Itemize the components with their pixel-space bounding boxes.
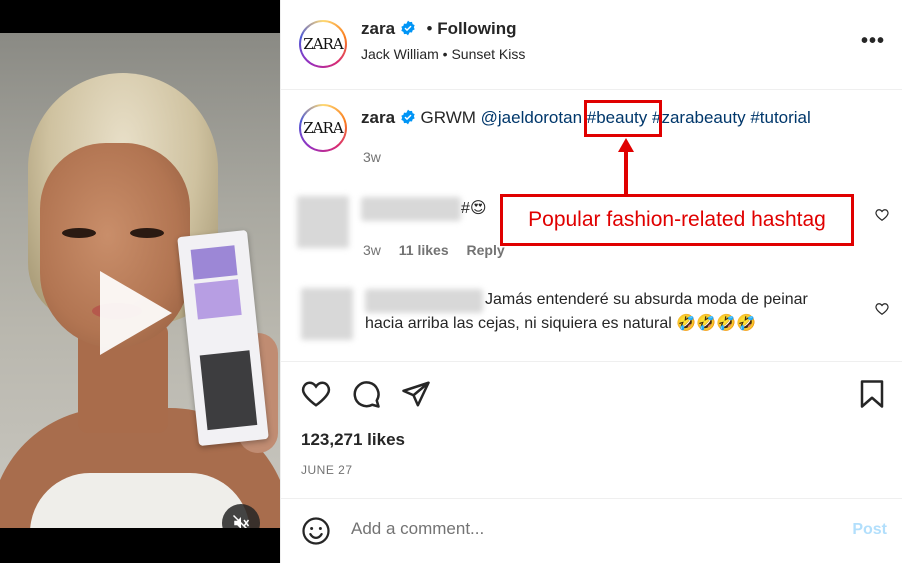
comment-text-line2: hacia arriba las cejas, ni siquiera es n… (365, 315, 756, 332)
video-frame (0, 33, 280, 528)
caption-avatar[interactable]: ZARA (299, 104, 347, 152)
heart-icon[interactable] (875, 208, 889, 222)
verified-icon (401, 109, 415, 125)
following-button[interactable]: Following (437, 19, 516, 38)
avatar[interactable]: ZARA (299, 20, 347, 68)
comment-input[interactable] (351, 519, 811, 539)
smiley-icon[interactable] (301, 516, 331, 546)
comment-item: Jamás entenderé su absurda moda de peina… (281, 284, 902, 354)
comment-time[interactable]: 3w (363, 242, 381, 258)
caption-time[interactable]: 3w (363, 149, 381, 165)
likes-count[interactable]: 123,271 likes (301, 430, 405, 450)
hashtag-zarabeauty[interactable]: #zarabeauty (652, 108, 746, 127)
mention-link[interactable]: @jaeldorotan (481, 108, 582, 127)
comment-avatar[interactable] (301, 288, 353, 340)
hashtag-highlight-box (584, 100, 662, 137)
more-icon[interactable]: ••• (861, 30, 885, 53)
add-comment-bar: Post (281, 498, 902, 563)
audio-link[interactable]: Jack William • Sunset Kiss (361, 46, 525, 62)
comment-text: #😍 (461, 200, 487, 217)
post-button[interactable]: Post (852, 521, 887, 539)
verified-icon (401, 20, 415, 36)
action-bar (281, 361, 902, 423)
bookmark-icon[interactable] (859, 379, 885, 409)
username-link[interactable]: zara (361, 19, 395, 38)
comment-username[interactable] (365, 289, 483, 313)
header-separator: • (426, 19, 433, 38)
comment-likes[interactable]: 11 likes (399, 242, 449, 258)
caption-username[interactable]: zara (361, 108, 395, 127)
play-icon[interactable] (100, 271, 172, 355)
annotation-callout: Popular fashion-related hashtag (500, 194, 854, 246)
comment-username[interactable] (361, 197, 461, 221)
hashtag-tutorial[interactable]: #tutorial (750, 108, 810, 127)
avatar-logo: ZARA (301, 106, 345, 150)
video-player[interactable] (0, 0, 280, 563)
comment-text-line1: Jamás entenderé su absurda moda de peina… (485, 291, 808, 308)
heart-icon[interactable] (875, 302, 889, 316)
share-icon[interactable] (401, 379, 431, 409)
annotation-arrow (624, 150, 628, 194)
comment-icon[interactable] (351, 379, 381, 409)
header-name-line: zara • Following (361, 19, 517, 39)
caption-prefix: GRWM (420, 108, 476, 127)
heart-icon[interactable] (301, 379, 331, 409)
mute-icon (232, 514, 250, 528)
post-header: ZARA zara • Following Jack William • Sun… (281, 0, 902, 90)
comment-avatar[interactable] (297, 196, 349, 248)
comment-meta: 3w 11 likes Reply (363, 242, 505, 258)
post-date[interactable]: JUNE 27 (301, 463, 353, 477)
post-panel: ZARA zara • Following Jack William • Sun… (280, 0, 902, 563)
reply-button[interactable]: Reply (467, 242, 505, 258)
avatar-logo: ZARA (301, 22, 345, 66)
